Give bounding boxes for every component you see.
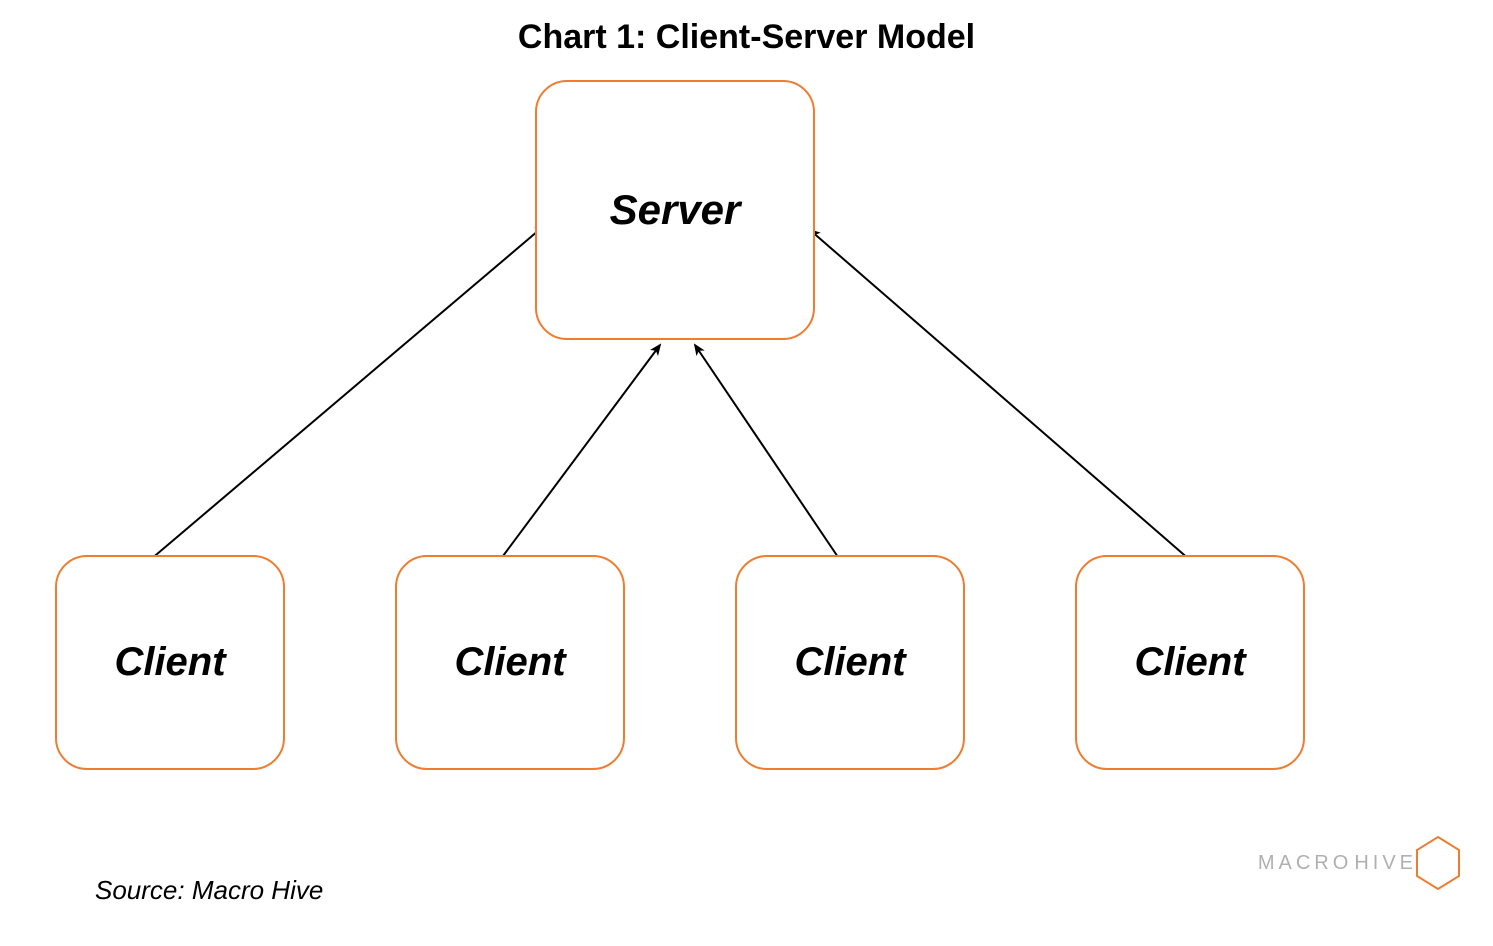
client-label: Client xyxy=(454,640,565,685)
logo-text-hive: HIVE xyxy=(1354,852,1417,875)
client-node-4: Client xyxy=(1075,555,1305,770)
client-node-2: Client xyxy=(395,555,625,770)
macrohive-logo: MACROHIVE xyxy=(1258,835,1463,891)
server-node: Server xyxy=(535,80,815,340)
client-label: Client xyxy=(794,640,905,685)
server-label: Server xyxy=(610,186,741,234)
hexagon-icon xyxy=(1413,835,1463,891)
chart-title: Chart 1: Client-Server Model xyxy=(0,18,1493,57)
client-label: Client xyxy=(1134,640,1245,685)
client-label: Client xyxy=(114,640,225,685)
client-node-3: Client xyxy=(735,555,965,770)
logo-text-macro: MACRO xyxy=(1258,852,1352,875)
client-node-1: Client xyxy=(55,555,285,770)
source-text: Source: Macro Hive xyxy=(95,875,323,906)
